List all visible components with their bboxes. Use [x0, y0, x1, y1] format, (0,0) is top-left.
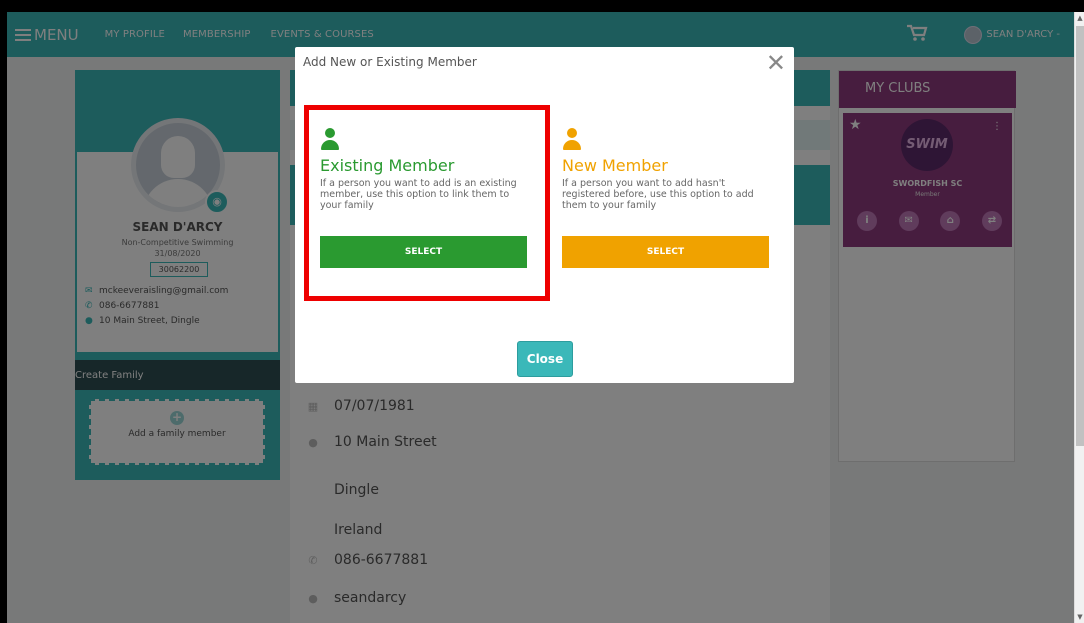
select-new-member-button[interactable]: SELECT	[562, 236, 769, 268]
page-scrollbar[interactable]: ▲ ▼	[1074, 12, 1084, 623]
scroll-up-arrow-icon[interactable]: ▲	[1075, 12, 1084, 24]
new-member-title: New Member	[562, 156, 668, 175]
scrollbar-thumb[interactable]	[1076, 26, 1084, 446]
close-button[interactable]: Close	[517, 341, 573, 377]
new-member-description: If a person you want to add hasn't regis…	[562, 178, 754, 211]
modal-title: Add New or Existing Member	[303, 55, 477, 69]
person-icon	[562, 127, 582, 151]
highlight-box	[304, 105, 550, 301]
window-frame-left	[0, 0, 7, 623]
scroll-down-arrow-icon[interactable]: ▼	[1075, 611, 1084, 623]
close-icon[interactable]: ✕	[766, 50, 786, 76]
window-frame-top	[0, 0, 1084, 12]
new-member-option: New Member If a person you want to add h…	[562, 127, 782, 268]
